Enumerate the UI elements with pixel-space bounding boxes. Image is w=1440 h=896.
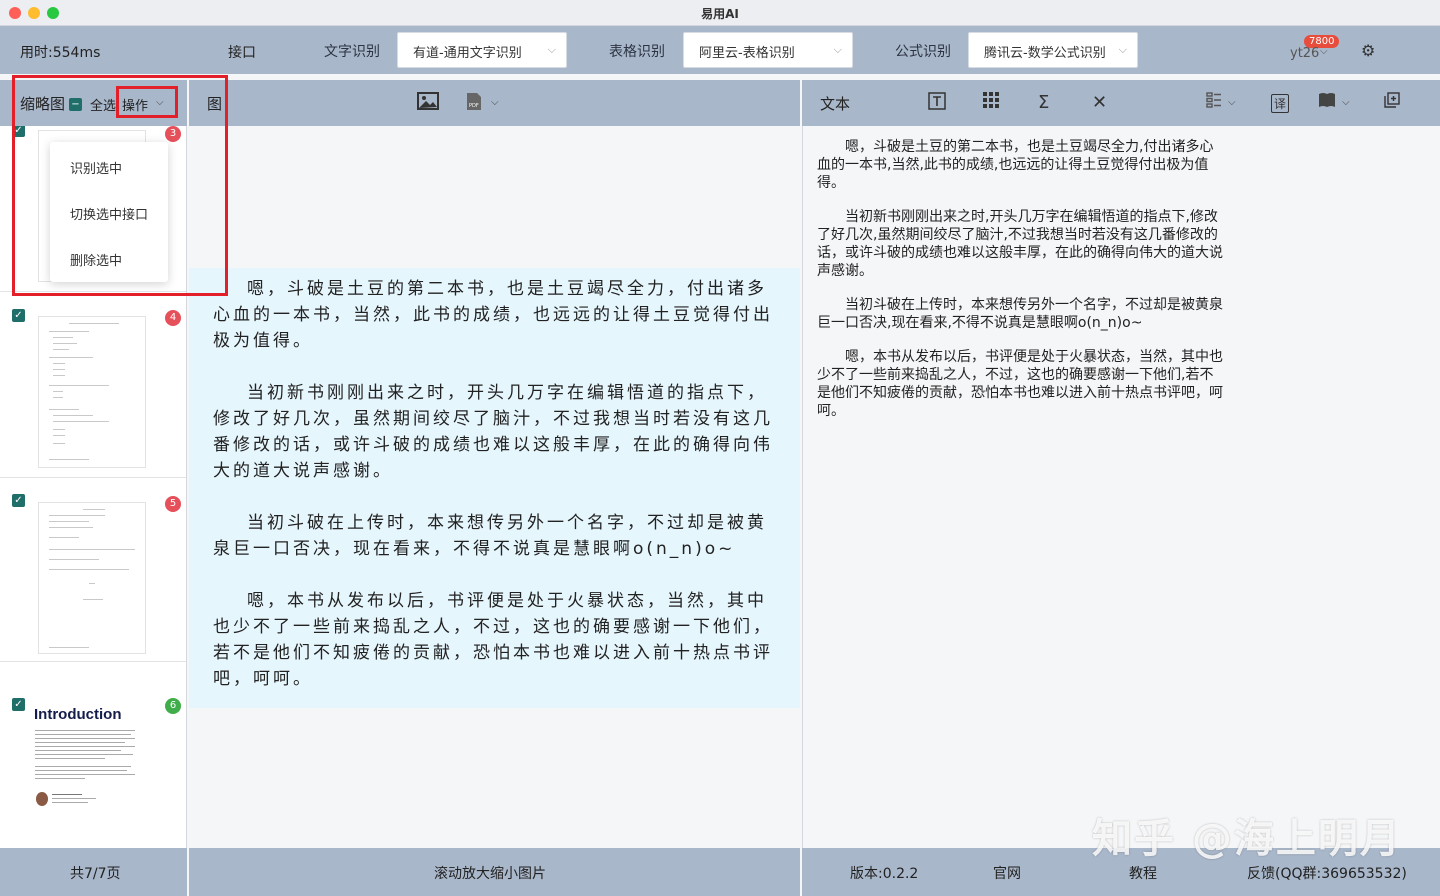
text-ocr-label: 文字识别 xyxy=(324,44,380,60)
highlight-box xyxy=(116,86,178,118)
checkbox-checked-icon[interactable]: ✓ xyxy=(12,698,25,711)
thumbnail-item[interactable]: ✓ 4 xyxy=(0,292,186,478)
checkbox-checked-icon[interactable]: ✓ xyxy=(12,494,25,507)
page-thumbnail xyxy=(38,316,146,468)
ocr-image-text: 嗯，斗破是土豆的第二本书，也是土豆竭尽全力，付出诸多心血的一本书，当然，此书的成… xyxy=(213,276,777,718)
image-preview[interactable]: 嗯，斗破是土豆的第二本书，也是土豆竭尽全力，付出诸多心血的一本书，当然，此书的成… xyxy=(189,126,800,848)
page-thumbnail: Introduction xyxy=(32,706,160,820)
close-icon[interactable]: ✕ xyxy=(1092,92,1107,113)
feedback-link[interactable]: 反馈(QQ群:369653532) xyxy=(1247,863,1407,883)
page-number-badge: 5 xyxy=(165,496,181,512)
thumbnail-item[interactable]: ✓ Introduction 6 xyxy=(0,662,186,848)
text-result-panel[interactable]: 嗯，斗破是土豆的第二本书，也是土豆竭尽全力,付出诸多心血的一本书,当然,此书的成… xyxy=(802,126,1440,848)
copy-icon[interactable] xyxy=(1384,92,1400,113)
page-count: 共7/7页 xyxy=(70,866,121,882)
chevron-down-icon: ⌵ xyxy=(1228,97,1236,108)
formula-mode-icon[interactable]: Σ xyxy=(1038,92,1049,113)
text-paragraph: 嗯，本书从发布以后，书评便是处于火暴状态，当然，其中也少不了一些前来捣乱之人，不… xyxy=(817,349,1223,419)
watermark: 知乎 @海上明月 xyxy=(1092,816,1402,862)
page-number-badge: 4 xyxy=(165,310,181,326)
window-title: 易用AI xyxy=(701,7,739,21)
book-icon[interactable] xyxy=(1318,92,1336,113)
formula-ocr-value: 腾讯云-数学公式识别 xyxy=(984,46,1106,61)
ocr-image-region: 嗯，斗破是土豆的第二本书，也是土豆竭尽全力，付出诸多心血的一本书，当然，此书的成… xyxy=(189,268,800,708)
pdf-icon[interactable]: PDF xyxy=(466,92,482,116)
chevron-down-icon: ⌵ xyxy=(547,43,556,56)
top-toolbar: 用时:554ms 接口 文字识别 有道-通用文字识别 ⌵ 表格识别 阿里云-表格… xyxy=(0,26,1440,74)
thumbnail-item[interactable]: ✓ 5 xyxy=(0,478,186,662)
title-bar: 易用AI xyxy=(0,0,1440,26)
chevron-down-icon: ⌵ xyxy=(491,97,499,108)
page-thumbnail xyxy=(38,502,146,654)
text-paragraph: 当初新书刚刚出来之时,开头几万字在编辑悟道的指点下,修改了好几次,虽然期间绞尽了… xyxy=(817,209,1223,279)
layout-icon[interactable] xyxy=(1206,92,1222,113)
website-link[interactable]: 官网 xyxy=(993,863,1021,883)
checkbox-checked-icon[interactable]: ✓ xyxy=(12,309,25,322)
version-label: 版本:0.2.2 xyxy=(850,866,919,882)
chevron-down-icon: ⌵ xyxy=(1342,97,1350,108)
chevron-down-icon: ⌵ xyxy=(833,43,842,56)
text-ocr-value: 有道-通用文字识别 xyxy=(413,46,522,61)
text-paragraph: 嗯，斗破是土豆的第二本书，也是土豆竭尽全力,付出诸多心血的一本书,当然,此书的成… xyxy=(817,139,1214,191)
image-footer: 滚动放大缩小图片 xyxy=(189,848,800,896)
table-ocr-label: 表格识别 xyxy=(609,44,665,60)
text-ocr-select[interactable]: 有道-通用文字识别 ⌵ xyxy=(397,32,567,68)
table-mode-icon[interactable] xyxy=(983,92,999,113)
image-header: 图 PDF ⌵ xyxy=(189,80,800,126)
text-mode-icon[interactable] xyxy=(928,92,946,115)
svg-text:PDF: PDF xyxy=(469,103,479,109)
image-icon[interactable] xyxy=(417,92,439,115)
formula-ocr-select[interactable]: 腾讯云-数学公式识别 ⌵ xyxy=(968,32,1138,68)
user-menu[interactable]: yt26 xyxy=(1290,46,1319,61)
ocr-paragraph: 嗯，本书从发布以后，书评便是处于火暴状态，当然，其中也少不了一些前来捣乱之人，不… xyxy=(213,591,773,689)
ocr-paragraph: 嗯，斗破是土豆的第二本书，也是土豆竭尽全力，付出诸多心血的一本书，当然，此书的成… xyxy=(213,279,773,351)
chevron-down-icon: ⌵ xyxy=(1320,46,1328,57)
elapsed-time: 用时:554ms xyxy=(20,45,101,61)
formula-ocr-label: 公式识别 xyxy=(895,44,951,60)
recognized-text[interactable]: 嗯，斗破是土豆的第二本书，也是土豆竭尽全力,付出诸多心血的一本书,当然,此书的成… xyxy=(817,138,1227,436)
intro-title: Introduction xyxy=(34,706,122,723)
thumbnail-footer: 共7/7页 xyxy=(0,848,187,896)
translate-icon[interactable]: 译 xyxy=(1271,94,1290,113)
avatar xyxy=(36,792,48,806)
ocr-paragraph: 当初斗破在上传时，本来想传另外一个名字，不过却是被黄泉巨一口否决，现在看来，不得… xyxy=(213,513,767,559)
table-ocr-select[interactable]: 阿里云-表格识别 ⌵ xyxy=(683,32,853,68)
interface-label: 接口 xyxy=(228,45,256,61)
chevron-down-icon: ⌵ xyxy=(1118,43,1127,56)
text-header: 文本 Σ ✕ ⌵ 译 ⌵ xyxy=(802,80,1440,126)
table-ocr-value: 阿里云-表格识别 xyxy=(699,46,795,61)
text-paragraph: 当初斗破在上传时，本来想传另外一个名字，不过却是被黄泉巨一口否决,现在看来,不得… xyxy=(817,297,1223,331)
tutorial-link[interactable]: 教程 xyxy=(1129,863,1157,883)
text-title: 文本 xyxy=(820,95,851,113)
page-number-badge: 6 xyxy=(165,698,181,714)
zoom-hint: 滚动放大缩小图片 xyxy=(434,866,546,882)
gear-icon[interactable]: ⚙ xyxy=(1361,41,1379,60)
ocr-paragraph: 当初新书刚刚出来之时，开头几万字在编辑悟道的指点下，修改了好几次，虽然期间绞尽了… xyxy=(213,383,773,481)
